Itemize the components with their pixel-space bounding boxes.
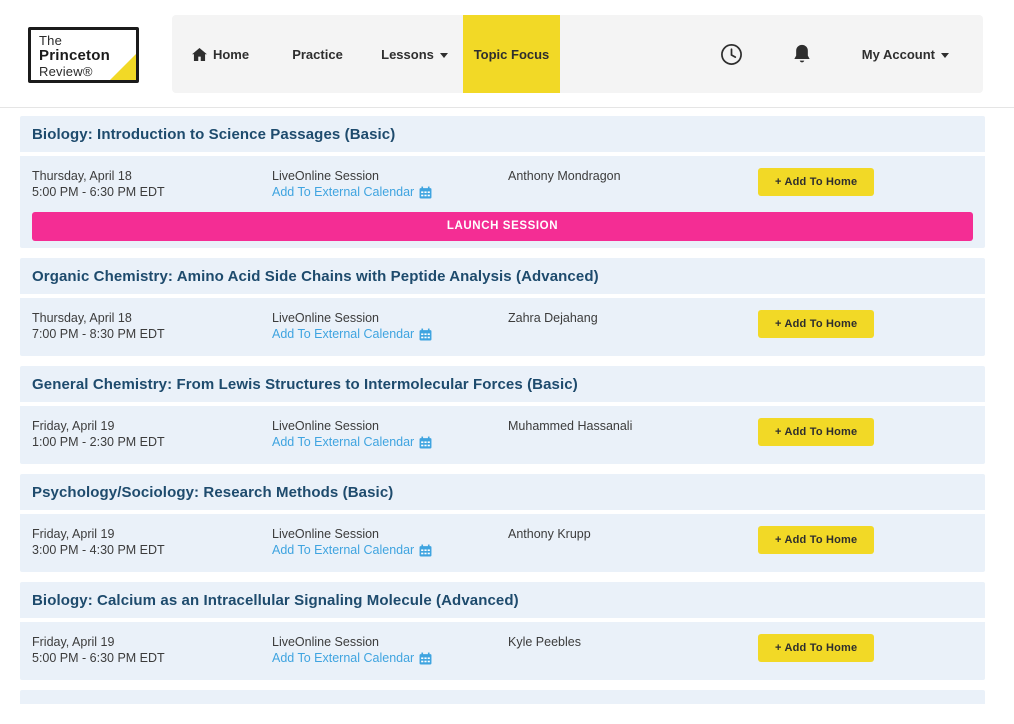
- calendar-link-label: Add To External Calendar: [272, 434, 414, 450]
- home-icon: [192, 48, 207, 61]
- session-instructor: Anthony Krupp: [508, 526, 758, 558]
- session-type: LiveOnline Session: [272, 168, 508, 184]
- add-to-external-calendar-link[interactable]: Add To External Calendar: [272, 542, 432, 558]
- calendar-link-label: Add To External Calendar: [272, 326, 414, 342]
- princeton-review-logo[interactable]: The Princeton Review®: [28, 27, 139, 83]
- session-type: LiveOnline Session: [272, 526, 508, 542]
- session-details: Friday, April 19 1:00 PM - 2:30 PM EDT L…: [20, 406, 985, 464]
- chevron-down-icon: [941, 53, 949, 58]
- session-date: Thursday, April 18: [32, 168, 272, 184]
- nav-home[interactable]: Home: [172, 15, 269, 93]
- session-card: Organic Chemistry: Amino Acid Side Chain…: [20, 258, 985, 356]
- session-time: 5:00 PM - 6:30 PM EDT: [32, 650, 272, 666]
- my-account-menu[interactable]: My Account: [852, 15, 959, 93]
- my-account-label: My Account: [862, 47, 935, 62]
- session-date: Friday, April 19: [32, 418, 272, 434]
- session-card: Biology: Calcium as an Intracellular Sig…: [20, 582, 985, 680]
- session-title: Biology: Introduction to Science Passage…: [20, 116, 985, 156]
- session-time: 3:00 PM - 4:30 PM EDT: [32, 542, 272, 558]
- session-instructor: Anthony Mondragon: [508, 168, 758, 200]
- add-to-home-button[interactable]: + Add To Home: [758, 168, 874, 196]
- session-list: Biology: Introduction to Science Passage…: [20, 116, 985, 704]
- add-to-external-calendar-link[interactable]: Add To External Calendar: [272, 434, 432, 450]
- nav-practice-label: Practice: [292, 47, 343, 62]
- add-to-external-calendar-link[interactable]: Add To External Calendar: [272, 326, 432, 342]
- session-time: 1:00 PM - 2:30 PM EDT: [32, 434, 272, 450]
- session-time: 5:00 PM - 6:30 PM EDT: [32, 184, 272, 200]
- nav-home-label: Home: [213, 47, 249, 62]
- calendar-icon: [419, 328, 432, 341]
- nav-lessons[interactable]: Lessons: [366, 15, 463, 93]
- session-type: LiveOnline Session: [272, 634, 508, 650]
- calendar-icon: [419, 186, 432, 199]
- session-instructor: Muhammed Hassanali: [508, 418, 758, 450]
- session-instructor: Kyle Peebles: [508, 634, 758, 666]
- session-card: Biology: Introduction to Science Passage…: [20, 116, 985, 248]
- add-to-external-calendar-link[interactable]: Add To External Calendar: [272, 650, 432, 666]
- session-card: Psychology/Sociology: Research Methods (…: [20, 474, 985, 572]
- session-type: LiveOnline Session: [272, 418, 508, 434]
- logo-yellow-triangle: [110, 54, 136, 80]
- session-title: General Chemistry: From Lewis Structures…: [20, 366, 985, 406]
- session-details: Friday, April 19 5:00 PM - 6:30 PM EDT L…: [20, 622, 985, 680]
- next-card-partial: [20, 690, 985, 704]
- chevron-down-icon: [440, 53, 448, 58]
- app-header: The Princeton Review® Home Practice Less…: [0, 0, 1014, 108]
- calendar-icon: [419, 652, 432, 665]
- main-nav: Home Practice Lessons Topic Focus My Acc…: [172, 15, 983, 93]
- add-to-external-calendar-link[interactable]: Add To External Calendar: [272, 184, 432, 200]
- calendar-icon: [419, 544, 432, 557]
- logo-line-the: The: [39, 33, 136, 48]
- session-title: Biology: Calcium as an Intracellular Sig…: [20, 582, 985, 622]
- calendar-icon: [419, 436, 432, 449]
- calendar-link-label: Add To External Calendar: [272, 184, 414, 200]
- session-details: Thursday, April 18 7:00 PM - 8:30 PM EDT…: [20, 298, 985, 356]
- add-to-home-button[interactable]: + Add To Home: [758, 310, 874, 338]
- add-to-home-button[interactable]: + Add To Home: [758, 526, 874, 554]
- launch-session-button[interactable]: LAUNCH SESSION: [32, 212, 973, 241]
- nav-lessons-label: Lessons: [381, 47, 434, 62]
- session-time: 7:00 PM - 8:30 PM EDT: [32, 326, 272, 342]
- session-title: Psychology/Sociology: Research Methods (…: [20, 474, 985, 514]
- session-instructor: Zahra Dejahang: [508, 310, 758, 342]
- add-to-home-button[interactable]: + Add To Home: [758, 418, 874, 446]
- bell-icon[interactable]: [782, 34, 822, 74]
- calendar-link-label: Add To External Calendar: [272, 542, 414, 558]
- session-details: Friday, April 19 3:00 PM - 4:30 PM EDT L…: [20, 514, 985, 572]
- session-details: Thursday, April 18 5:00 PM - 6:30 PM EDT…: [20, 156, 985, 210]
- session-date: Thursday, April 18: [32, 310, 272, 326]
- session-date: Friday, April 19: [32, 526, 272, 542]
- clock-icon[interactable]: [712, 34, 752, 74]
- session-date: Friday, April 19: [32, 634, 272, 650]
- calendar-link-label: Add To External Calendar: [272, 650, 414, 666]
- session-title: Organic Chemistry: Amino Acid Side Chain…: [20, 258, 985, 298]
- add-to-home-button[interactable]: + Add To Home: [758, 634, 874, 662]
- nav-practice[interactable]: Practice: [269, 15, 366, 93]
- session-card: General Chemistry: From Lewis Structures…: [20, 366, 985, 464]
- nav-topic-focus[interactable]: Topic Focus: [463, 15, 560, 93]
- nav-topic-focus-label: Topic Focus: [474, 47, 550, 62]
- session-type: LiveOnline Session: [272, 310, 508, 326]
